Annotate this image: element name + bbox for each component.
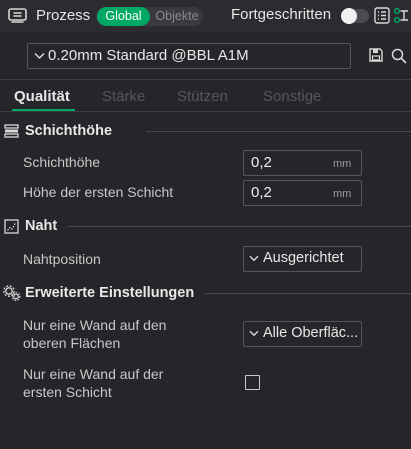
layer-height-value: 0,2 (251, 154, 272, 171)
search-icon[interactable] (391, 48, 407, 64)
only-one-wall-first-layer-label-line2: ersten Schicht (23, 384, 112, 400)
panel-title: Prozess (36, 7, 91, 24)
advanced-label: Fortgeschritten (231, 6, 332, 23)
compare-icon[interactable] (393, 7, 409, 24)
tab-strength[interactable]: Stärke (102, 88, 145, 105)
section-title-layer-height: Schichthöhe (25, 123, 113, 139)
section-divider (205, 293, 411, 294)
tab-supports[interactable]: Stützen (177, 88, 228, 105)
first-layer-height-label: Höhe der ersten Schicht (23, 184, 174, 200)
layers-icon (4, 124, 19, 138)
list-settings-icon[interactable] (374, 7, 390, 24)
first-layer-height-unit: mm (333, 188, 352, 200)
tabs-divider (0, 111, 411, 112)
seam-position-value: Ausgerichtet (263, 250, 344, 266)
tab-others[interactable]: Sonstige (263, 88, 321, 105)
tab-quality[interactable]: Qualität (14, 88, 70, 105)
chevron-down-icon[interactable] (34, 52, 45, 60)
seam-icon (4, 219, 19, 234)
process-icon (8, 7, 27, 25)
preset-value: 0.20mm Standard @BBL A1M (48, 47, 249, 64)
scope-global-button[interactable]: Global (97, 7, 150, 26)
seam-position-label: Nahtposition (23, 251, 101, 267)
only-one-wall-top-label-line2: oberen Flächen (23, 335, 121, 351)
only-one-wall-top-value: Alle Oberfläc... (263, 325, 359, 341)
section-divider (67, 226, 411, 227)
gears-icon (3, 285, 21, 301)
chevron-down-icon[interactable] (249, 255, 259, 262)
first-layer-height-value: 0,2 (251, 184, 272, 201)
only-one-wall-first-layer-label-line1: Nur eine Wand auf der (23, 366, 164, 382)
section-divider (146, 131, 411, 132)
scope-objects-button[interactable]: Objekte (152, 7, 202, 26)
save-icon[interactable] (369, 48, 383, 62)
chevron-down-icon[interactable] (249, 330, 259, 337)
section-title-seam: Naht (25, 218, 58, 234)
toggle-knob[interactable] (341, 8, 357, 24)
layer-height-label: Schichthöhe (23, 154, 101, 170)
only-one-wall-first-layer-checkbox[interactable] (245, 375, 260, 390)
only-one-wall-top-label-line1: Nur eine Wand auf den (23, 317, 167, 333)
layer-height-unit: mm (333, 158, 352, 170)
section-title-advanced: Erweiterte Einstellungen (25, 285, 195, 301)
header-divider (0, 79, 411, 80)
